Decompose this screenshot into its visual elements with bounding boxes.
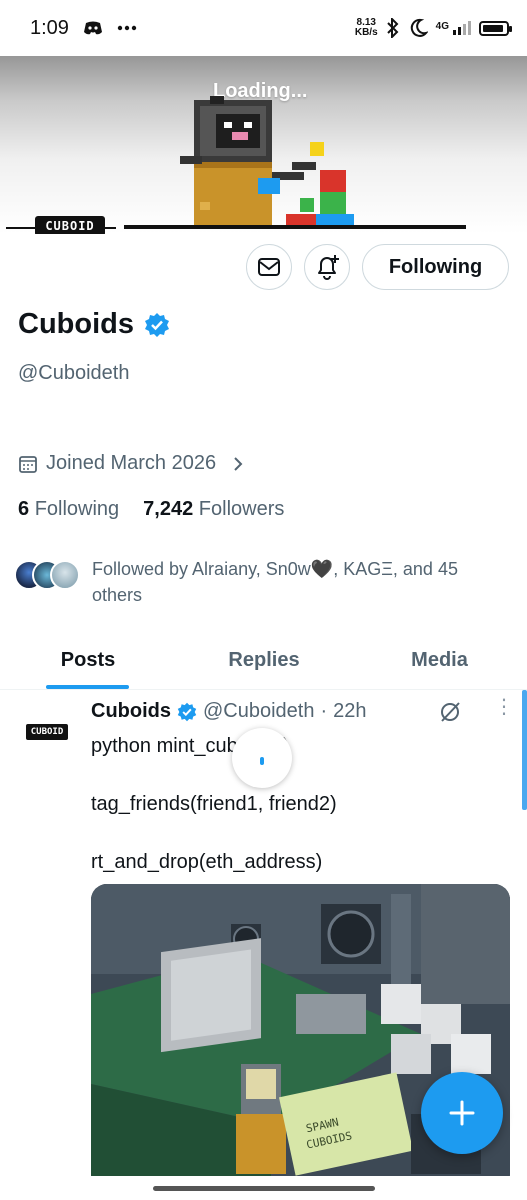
calendar-icon <box>19 455 37 473</box>
discord-icon <box>83 21 102 35</box>
profile-name: Cuboids <box>18 308 134 340</box>
followed-by-text: Followed by Alraiany, Sn0w🖤, KAGΞ, and 4… <box>92 559 458 605</box>
profile-name-row: Cuboids <box>18 308 170 341</box>
verified-badge-icon[interactable] <box>144 312 170 338</box>
avatar <box>50 560 80 590</box>
profile-tabs: Posts Replies Media <box>0 632 527 690</box>
message-button[interactable] <box>246 244 292 290</box>
banner-floor-line <box>124 225 466 229</box>
scroll-indicator[interactable] <box>522 690 527 810</box>
battery-icon <box>479 20 512 36</box>
post-author[interactable]: Cuboids <box>91 700 171 723</box>
tab-replies[interactable]: Replies <box>176 632 352 689</box>
following-count-link[interactable]: 6 Following <box>18 498 119 521</box>
post-more-icon[interactable]: ⋮ <box>494 697 514 717</box>
joined-date-row[interactable]: Joined March 2026 <box>18 452 246 475</box>
envelope-icon <box>258 258 280 276</box>
bluetooth-icon <box>386 18 399 38</box>
followed-by-row[interactable]: Followed by Alraiany, Sn0w🖤, KAGΞ, and 4… <box>14 556 504 608</box>
grok-icon[interactable] <box>438 700 462 724</box>
moon-icon <box>410 18 428 37</box>
tab-posts[interactable]: Posts <box>0 632 176 689</box>
status-time: 1:09 <box>30 16 69 39</box>
profile-handle: @Cuboideth <box>18 362 130 384</box>
post-time: 22h <box>333 700 367 722</box>
bell-plus-icon <box>318 255 339 280</box>
post-text: python mint_cuboid(1) tag_friends(friend… <box>91 735 337 873</box>
tab-media[interactable]: Media <box>352 632 527 689</box>
chevron-right-icon <box>234 456 243 471</box>
followers-count: 7,242 <box>143 498 194 520</box>
system-nav-bar <box>0 1176 527 1200</box>
post-header: Cuboids @Cuboideth · 22h <box>91 700 367 723</box>
post-handle: @Cuboideth <box>203 700 315 722</box>
verified-badge-icon <box>177 702 197 721</box>
more-dots-icon <box>117 25 137 31</box>
followers-label: Followers <box>198 498 285 520</box>
loading-spinner <box>232 728 292 788</box>
follow-stats: 6 Following 7,242 Followers <box>18 498 284 521</box>
post-separator: · <box>320 700 328 722</box>
following-button[interactable]: Following <box>362 244 509 290</box>
notifications-button[interactable] <box>304 244 350 290</box>
status-bar: 1:09 8.13 KB/s 4G <box>0 0 527 56</box>
following-count: 6 <box>18 498 30 520</box>
net-speed: 8.13 KB/s <box>354 17 378 38</box>
banner-logo: CUBOID <box>35 216 105 234</box>
plus-icon <box>449 1100 475 1126</box>
joined-date-text: Joined March 2026 <box>46 452 217 474</box>
followers-count-link[interactable]: 7,242 Followers <box>143 498 284 521</box>
home-gesture-handle[interactable] <box>153 1186 375 1191</box>
signal-indicator: 4G <box>436 21 471 35</box>
follower-avatars <box>14 556 84 592</box>
profile-banner[interactable]: Loading... CUBOID <box>0 48 527 234</box>
post-avatar[interactable]: CUBOID <box>26 724 68 740</box>
compose-button[interactable] <box>421 1072 503 1154</box>
following-label: Following <box>34 498 120 520</box>
cuboid-character-illustration <box>180 96 354 226</box>
